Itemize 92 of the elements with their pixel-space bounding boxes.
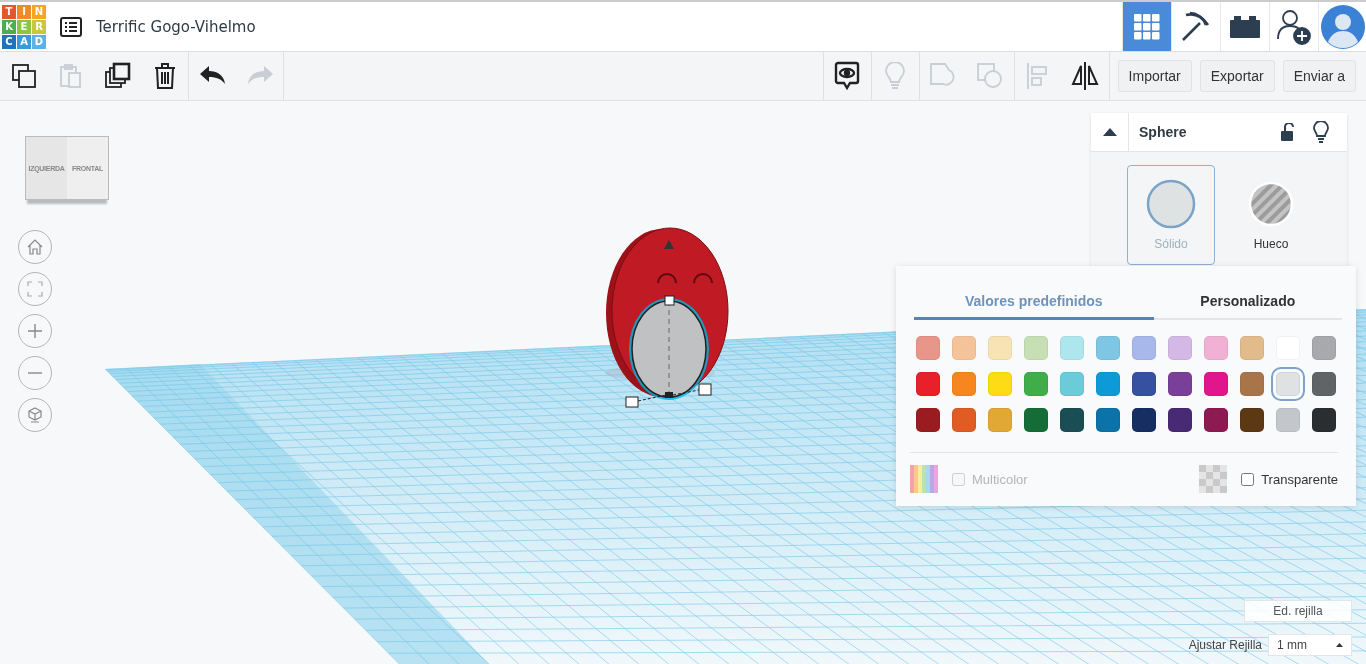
logo-letter: K — [2, 19, 16, 34]
color-swatch[interactable] — [1312, 336, 1336, 360]
ellipsoid-shape[interactable] — [625, 295, 712, 408]
logo-letter: I — [17, 4, 31, 19]
toolbar-text-button[interactable]: Importar — [1117, 60, 1192, 92]
color-swatch[interactable] — [952, 408, 976, 432]
fit-view-icon — [27, 281, 43, 297]
color-swatch[interactable] — [1240, 408, 1264, 432]
color-swatch[interactable] — [1132, 408, 1156, 432]
view-control-button[interactable] — [18, 314, 52, 348]
color-swatch[interactable] — [1024, 336, 1048, 360]
color-swatch[interactable] — [1132, 336, 1156, 360]
striped-circle-icon — [1246, 179, 1296, 229]
caret-up-icon — [1336, 643, 1343, 647]
color-swatch[interactable] — [1168, 408, 1192, 432]
ungroup-shapes-icon — [976, 62, 1005, 90]
color-swatch[interactable] — [916, 408, 940, 432]
color-swatch[interactable] — [988, 372, 1012, 396]
toolbar-text-button[interactable]: Exportar — [1199, 60, 1275, 92]
color-swatch[interactable] — [988, 336, 1012, 360]
avatar[interactable] — [1318, 2, 1366, 51]
logo[interactable]: T I N K E R C A D — [2, 4, 46, 49]
caret-up-icon — [1102, 128, 1117, 136]
cube-view-icon — [27, 407, 43, 423]
color-swatch[interactable] — [1276, 408, 1300, 432]
undo-icon — [199, 66, 226, 86]
paste-icon — [58, 63, 83, 89]
color-swatch[interactable] — [952, 336, 976, 360]
color-swatch[interactable] — [1204, 372, 1228, 396]
redo-icon — [246, 66, 273, 86]
solid-circle-icon — [1146, 179, 1196, 229]
edit-grid-button[interactable]: Ed. rejilla — [1244, 600, 1352, 622]
trash-icon — [153, 62, 176, 90]
logo-letter: N — [32, 4, 46, 19]
view-control-button[interactable] — [18, 230, 52, 264]
color-swatch[interactable] — [1024, 408, 1048, 432]
design-title[interactable]: Terrific Gogo-Vihelmo — [96, 17, 256, 36]
grid-icon — [1134, 13, 1160, 40]
logo-letter: E — [17, 19, 31, 34]
transparent-checkbox[interactable] — [1241, 472, 1255, 486]
color-swatch[interactable] — [1060, 336, 1084, 360]
color-tab[interactable]: Personalizado — [1153, 284, 1342, 320]
add-user-icon — [1277, 8, 1311, 45]
logo-letter: T — [2, 4, 16, 19]
color-swatch[interactable] — [1240, 336, 1264, 360]
view-control-button[interactable] — [18, 398, 52, 432]
shape-name: Sphere — [1139, 124, 1188, 140]
color-swatch[interactable] — [1096, 408, 1120, 432]
pickaxe-icon — [1180, 10, 1212, 43]
view-control-button[interactable] — [18, 272, 52, 306]
color-swatch[interactable] — [1168, 336, 1192, 360]
logo-letter: A — [17, 34, 31, 49]
brick-icon — [1230, 15, 1260, 38]
mirror-icon — [1070, 61, 1101, 91]
snap-grid-label: Ajustar Rejilla — [1188, 638, 1262, 652]
color-swatch[interactable] — [1096, 336, 1120, 360]
color-swatch[interactable] — [1168, 372, 1192, 396]
color-swatch[interactable] — [1204, 336, 1228, 360]
color-swatch[interactable] — [1132, 372, 1156, 396]
color-swatch[interactable] — [1060, 372, 1084, 396]
color-swatch[interactable] — [916, 336, 940, 360]
design-list-button[interactable] — [58, 14, 84, 39]
toolbar-text-button[interactable]: Enviar a — [1282, 60, 1356, 92]
color-swatch[interactable] — [1096, 372, 1120, 396]
note-eye-icon — [834, 61, 861, 91]
color-swatch[interactable] — [952, 372, 976, 396]
color-swatch[interactable] — [1312, 372, 1336, 396]
snap-grid-select[interactable]: 1 mm — [1268, 634, 1352, 656]
view-control-button[interactable] — [18, 356, 52, 390]
duplicate-icon — [103, 62, 132, 90]
transparent-label: Transparente — [1261, 471, 1338, 487]
lightbulb-icon — [885, 62, 906, 90]
color-swatch[interactable] — [1024, 372, 1048, 396]
logo-letter: R — [32, 19, 46, 34]
color-swatch[interactable] — [916, 372, 940, 396]
color-swatch[interactable] — [1204, 408, 1228, 432]
color-swatch[interactable] — [1240, 372, 1264, 396]
color-swatch[interactable] — [988, 408, 1012, 432]
rainbow-stripes-icon — [910, 465, 938, 493]
checkerboard-icon — [1199, 465, 1228, 493]
mode-option[interactable]: Hueco — [1227, 165, 1315, 265]
multicolor-label: Multicolor — [972, 471, 1028, 487]
zoom-out-icon — [27, 371, 43, 375]
lightbulb-icon[interactable] — [1313, 121, 1329, 143]
unlocked-lock-icon[interactable] — [1281, 123, 1295, 141]
color-swatch[interactable] — [1312, 408, 1336, 432]
color-swatch[interactable] — [1060, 408, 1084, 432]
copy-icon — [10, 63, 37, 89]
zoom-in-icon — [27, 323, 43, 339]
home-icon — [27, 239, 43, 255]
logo-letter: D — [32, 34, 46, 49]
logo-letter: C — [2, 34, 16, 49]
